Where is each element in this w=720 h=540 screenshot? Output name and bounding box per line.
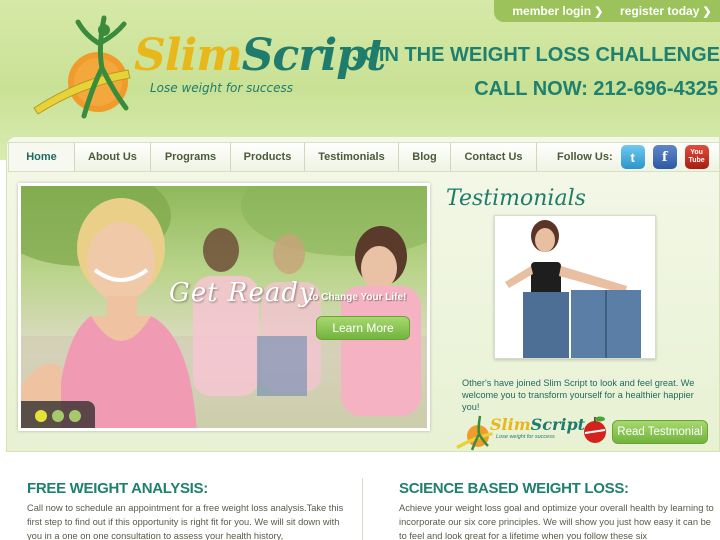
column-divider (362, 478, 363, 540)
nav-label: About Us (88, 151, 137, 163)
logo-tagline: Lose weight for success (150, 81, 294, 95)
slide-dot-2[interactable] (52, 410, 64, 422)
logo-word-slim: Slim (134, 30, 243, 81)
mini-logo-wordmark: SlimScript (490, 415, 585, 434)
mini-logo-tagline: Lose weight for success (496, 434, 555, 440)
mini-logo-script: Script (530, 415, 586, 434)
learn-more-label: Learn More (332, 321, 394, 335)
read-testimonial-button[interactable]: Read Testmonial (612, 420, 708, 444)
challenge-heading: JOIN THE WEIGHT LOSS CHALLENGE (352, 44, 720, 66)
testimonial-photo[interactable] (494, 215, 656, 359)
facebook-icon[interactable]: f (652, 145, 677, 169)
free-analysis-section: FREE WEIGHT ANALYSIS: Call now to schedu… (27, 480, 347, 540)
nav-label: Home (26, 151, 57, 163)
slide-indicators (21, 401, 95, 428)
main-nav: Home About Us Programs Products Testimon… (8, 142, 720, 172)
follow-us-label: Follow Us: (557, 151, 613, 163)
science-heading: SCIENCE BASED WEIGHT LOSS: (399, 480, 629, 497)
nav-label: Testimonials (318, 151, 385, 163)
free-analysis-text: Call now to schedule an appointment for … (27, 503, 344, 540)
nav-label: Blog (412, 151, 437, 163)
science-text: Achieve your weight loss goal and optimi… (399, 503, 714, 540)
nav-contact-us[interactable]: Contact Us (451, 143, 537, 171)
testimonial-image (495, 216, 655, 358)
science-section: SCIENCE BASED WEIGHT LOSS: Achieve your … (399, 480, 719, 540)
testimonial-blurb: Other's have joined Slim Script to look … (462, 378, 695, 412)
nav-label: Programs (164, 151, 217, 163)
nav-label: Contact Us (464, 151, 523, 163)
mini-logo-slim: Slim (490, 415, 531, 434)
site-logo[interactable]: SlimScript Lose weight for success (30, 8, 386, 126)
nav-label: Products (243, 151, 292, 163)
facebook-glyph: f (661, 149, 668, 165)
member-login-link[interactable]: member login ❯ (512, 4, 603, 18)
nav-products[interactable]: Products (231, 143, 305, 171)
apple-icon (582, 414, 608, 444)
hero-slider[interactable]: Get Ready to Change Your Life! Learn Mor… (18, 183, 430, 431)
testimonials-heading: Testimonials (446, 186, 586, 211)
slide-dot-1[interactable] (35, 410, 47, 422)
account-bar: member login ❯ register today ❯ (494, 0, 720, 22)
youtube-icon[interactable]: You Tube (684, 145, 709, 169)
twitter-icon[interactable]: t (620, 145, 645, 169)
follow-us: Follow Us: t f You Tube (537, 143, 709, 171)
hero-subline: to Change Your Life! (309, 292, 407, 303)
nav-blog[interactable]: Blog (399, 143, 451, 171)
hero-photo (21, 186, 427, 428)
nav-testimonials[interactable]: Testimonials (305, 143, 399, 171)
chevron-right-icon: ❯ (594, 6, 604, 18)
read-testimonial-label: Read Testmonial (617, 426, 703, 438)
free-analysis-heading: FREE WEIGHT ANALYSIS: (27, 480, 208, 497)
nav-about-us[interactable]: About Us (75, 143, 151, 171)
chevron-right-icon: ❯ (702, 6, 712, 18)
phone-number[interactable]: CALL NOW: 212-696-4325 (474, 78, 718, 101)
slide-dot-3[interactable] (69, 410, 81, 422)
footer-logo: SlimScript Lose weight for success (456, 412, 586, 452)
hero-headline: Get Ready (169, 278, 315, 308)
nav-programs[interactable]: Programs (151, 143, 231, 171)
logo-wordmark: SlimScript (134, 30, 386, 81)
youtube-glyph: You Tube (688, 149, 705, 164)
member-login-label: member login (512, 4, 592, 18)
learn-more-button[interactable]: Learn More (316, 316, 410, 340)
twitter-glyph: t (630, 149, 635, 165)
register-today-link[interactable]: register today ❯ (620, 4, 712, 18)
register-today-label: register today (620, 4, 700, 18)
nav-home[interactable]: Home (9, 143, 75, 171)
